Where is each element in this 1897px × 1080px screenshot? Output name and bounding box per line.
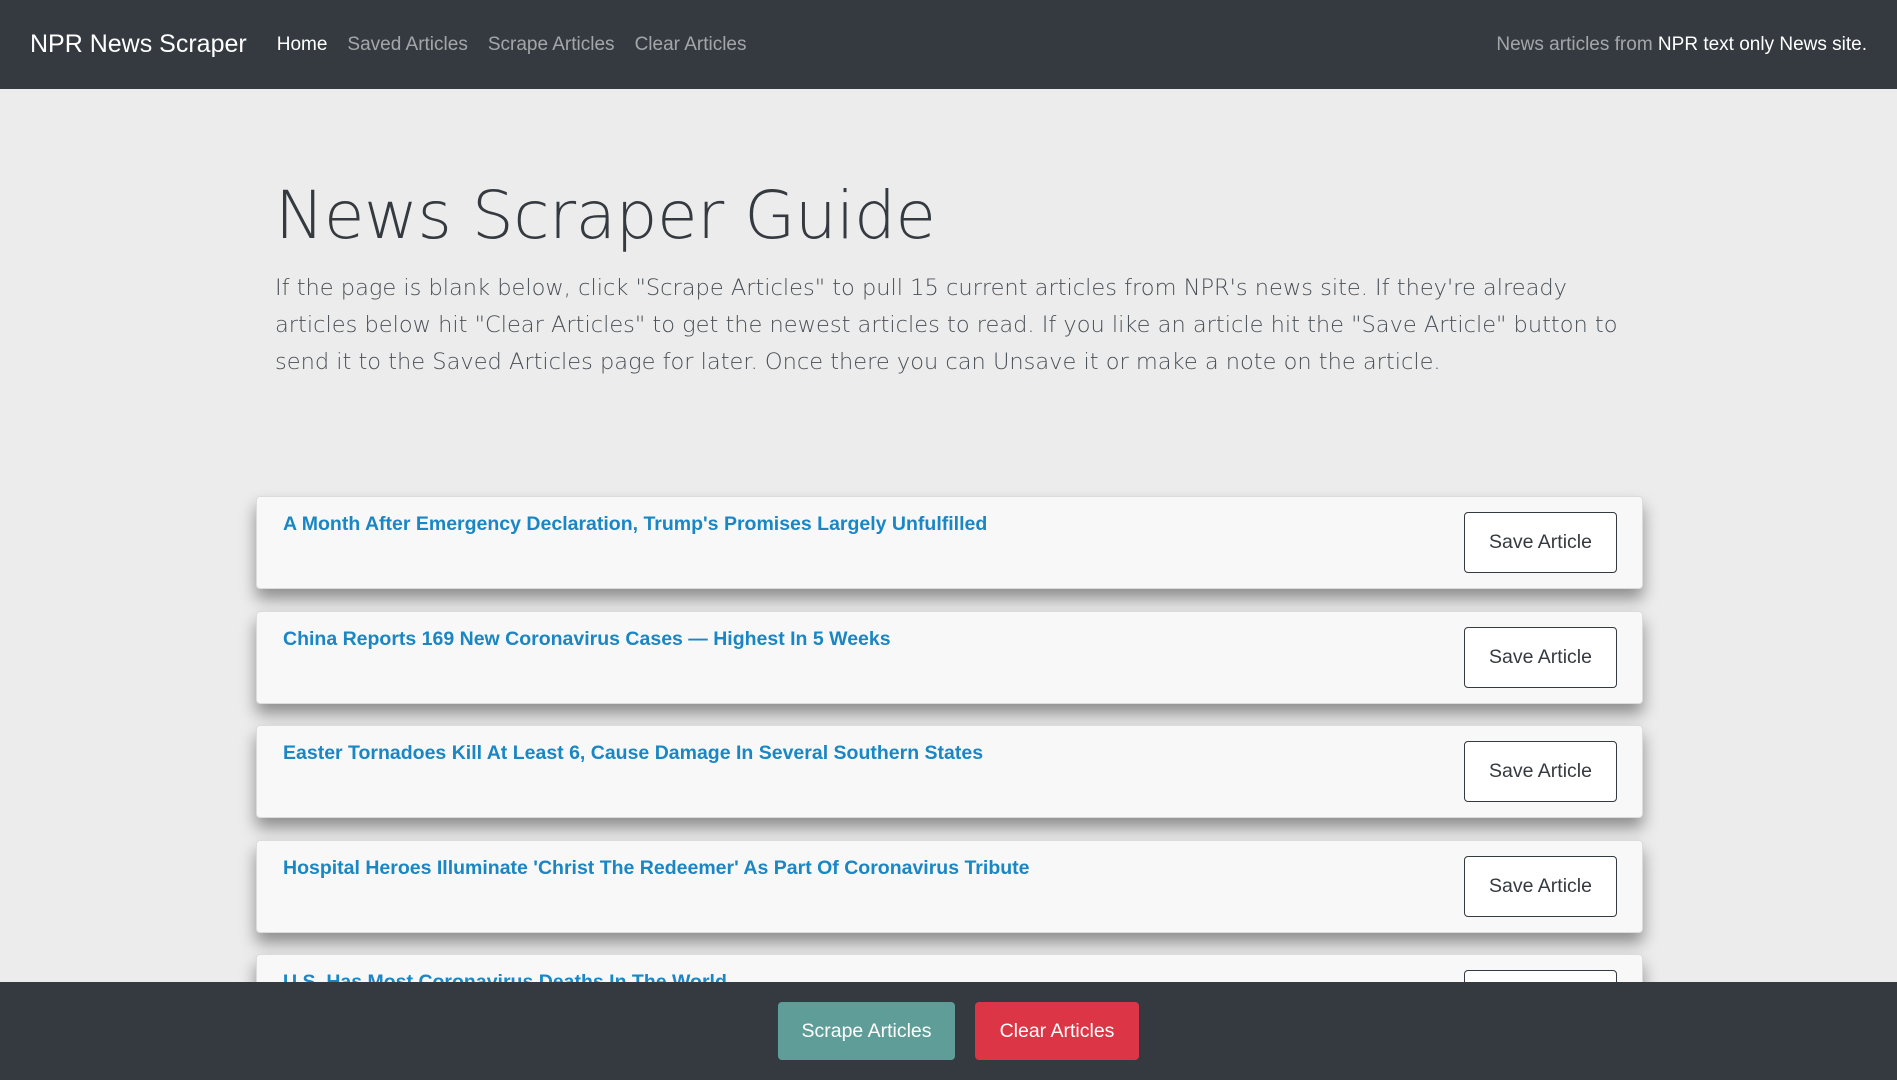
- article-card: Hospital Heroes Illuminate 'Christ The R…: [256, 839, 1643, 933]
- guide-jumbotron: News Scraper Guide If the page is blank …: [275, 170, 1645, 381]
- guide-description: If the page is blank below, click "Scrap…: [275, 275, 1618, 375]
- scrape-articles-button[interactable]: Scrape Articles: [778, 1002, 955, 1060]
- nav-saved-articles-link[interactable]: Saved Articles: [347, 34, 467, 56]
- navbar-source-prefix: News articles from: [1496, 33, 1658, 55]
- save-article-button[interactable]: Save Article: [1464, 855, 1617, 917]
- bottom-action-bar: Scrape Articles Clear Articles: [0, 982, 1897, 1080]
- nav-home-link[interactable]: Home: [277, 34, 328, 56]
- save-article-button[interactable]: Save Article: [1464, 626, 1617, 688]
- article-card: A Month After Emergency Declaration, Tru…: [256, 496, 1643, 589]
- article-title-link[interactable]: A Month After Emergency Declaration, Tru…: [283, 513, 987, 536]
- top-navbar: NPR News Scraper Home Saved Articles Scr…: [0, 0, 1897, 89]
- article-title-link[interactable]: China Reports 169 New Coronavirus Cases …: [283, 628, 891, 651]
- article-title-link[interactable]: Hospital Heroes Illuminate 'Christ The R…: [283, 857, 1029, 880]
- navbar-source-text: News articles from NPR text only News si…: [1496, 34, 1867, 56]
- brand-link[interactable]: NPR News Scraper: [30, 30, 247, 59]
- article-card: Easter Tornadoes Kill At Least 6, Cause …: [256, 725, 1643, 818]
- page-title: News Scraper Guide: [275, 177, 936, 254]
- save-article-button[interactable]: Save Article: [1464, 512, 1617, 573]
- article-card: China Reports 169 New Coronavirus Cases …: [256, 610, 1643, 704]
- nav-clear-articles-link[interactable]: Clear Articles: [635, 34, 747, 56]
- clear-articles-button[interactable]: Clear Articles: [975, 1002, 1139, 1060]
- nav-scrape-articles-link[interactable]: Scrape Articles: [488, 34, 615, 56]
- nav-links: Home Saved Articles Scrape Articles Clea…: [277, 34, 767, 56]
- save-article-button[interactable]: Save Article: [1464, 741, 1617, 802]
- article-title-link[interactable]: Easter Tornadoes Kill At Least 6, Cause …: [283, 742, 983, 765]
- npr-site-link[interactable]: NPR text only News site.: [1658, 34, 1867, 55]
